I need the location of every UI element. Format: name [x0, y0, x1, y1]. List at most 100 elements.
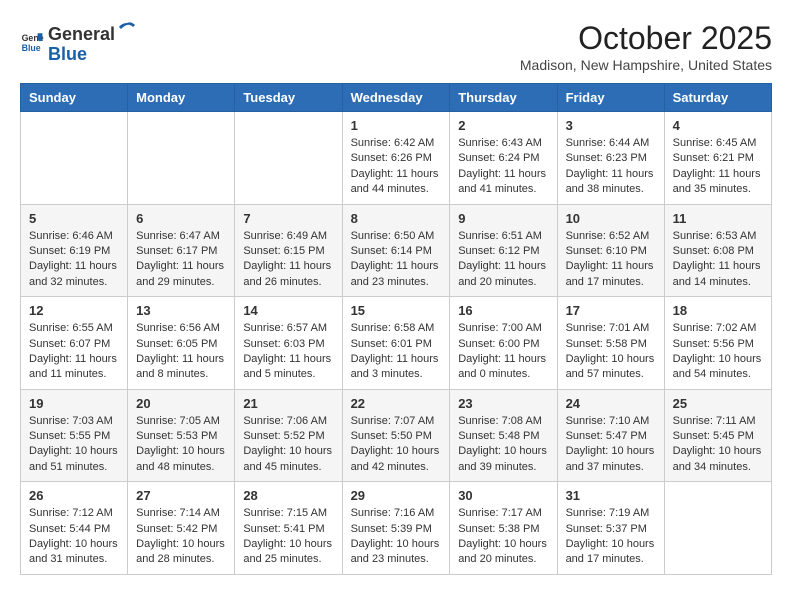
day-info: Sunrise: 7:08 AMSunset: 5:48 PMDaylight:…: [458, 414, 548, 476]
day-number: 19: [29, 396, 119, 411]
day-number: 25: [673, 396, 763, 411]
calendar-cell: 23Sunrise: 7:08 AMSunset: 5:48 PMDayligh…: [450, 389, 557, 482]
calendar-cell: 29Sunrise: 7:16 AMSunset: 5:39 PMDayligh…: [342, 482, 450, 575]
day-info: Sunrise: 6:56 AMSunset: 6:05 PMDaylight:…: [136, 321, 226, 383]
day-info: Sunrise: 6:51 AMSunset: 6:12 PMDaylight:…: [458, 229, 548, 291]
calendar-cell: 2Sunrise: 6:43 AMSunset: 6:24 PMDaylight…: [450, 112, 557, 205]
calendar-week-2: 12 Sunrise: 6:55 AMSunset: 6:07 PMDayligh…: [21, 297, 772, 390]
month-title: October 2025: [520, 20, 772, 57]
calendar-header-saturday: Saturday: [664, 84, 771, 112]
logo-wave-icon: [117, 20, 137, 40]
day-number: 29: [351, 488, 442, 503]
day-info: Sunrise: 6:50 AMSunset: 6:14 PMDaylight:…: [351, 229, 442, 291]
calendar-header-sunday: Sunday: [21, 84, 128, 112]
calendar-week-3: 19 Sunrise: 7:03 AMSunset: 5:55 PMDayligh…: [21, 389, 772, 482]
logo-general: General: [48, 25, 115, 45]
calendar-cell: 31 Sunrise: 7:19 AMSunset: 5:37 PMDayligh…: [557, 482, 664, 575]
day-number: 26: [29, 488, 119, 503]
calendar-cell: 28 Sunrise: 7:15 AMSunset: 5:41 PMDayligh…: [235, 482, 342, 575]
day-info: Sunrise: 6:58 AMSunset: 6:01 PMDaylight:…: [351, 321, 442, 383]
location-title: Madison, New Hampshire, United States: [520, 57, 772, 73]
logo-icon: General Blue: [20, 30, 44, 54]
calendar-cell: 20 Sunrise: 7:05 AMSunset: 5:53 PMDayligh…: [128, 389, 235, 482]
calendar-cell: 19 Sunrise: 7:03 AMSunset: 5:55 PMDayligh…: [21, 389, 128, 482]
calendar-cell: 7Sunrise: 6:49 AMSunset: 6:15 PMDaylight…: [235, 204, 342, 297]
calendar-cell: [128, 112, 235, 205]
day-number: 5: [29, 211, 119, 226]
calendar-cell: 3Sunrise: 6:44 AMSunset: 6:23 PMDaylight…: [557, 112, 664, 205]
day-info: Sunrise: 6:45 AMSunset: 6:21 PMDaylight:…: [673, 136, 763, 198]
calendar-body: 1 Sunrise: 6:42 AMSunset: 6:26 PMDaylight…: [21, 112, 772, 575]
calendar-cell: 14Sunrise: 6:57 AMSunset: 6:03 PMDayligh…: [235, 297, 342, 390]
day-number: 20: [136, 396, 226, 411]
day-number: 6: [136, 211, 226, 226]
calendar-week-0: 1 Sunrise: 6:42 AMSunset: 6:26 PMDaylight…: [21, 112, 772, 205]
day-info: Sunrise: 7:02 AMSunset: 5:56 PMDaylight:…: [673, 321, 763, 383]
calendar-cell: 15 Sunrise: 6:58 AMSunset: 6:01 PMDayligh…: [342, 297, 450, 390]
day-info: Sunrise: 7:10 AMSunset: 5:47 PMDaylight:…: [566, 414, 656, 476]
day-number: 2: [458, 118, 548, 133]
day-info: Sunrise: 7:11 AMSunset: 5:45 PMDaylight:…: [673, 414, 763, 476]
calendar-header-thursday: Thursday: [450, 84, 557, 112]
calendar-cell: 25 Sunrise: 7:11 AMSunset: 5:45 PMDayligh…: [664, 389, 771, 482]
day-number: 27: [136, 488, 226, 503]
calendar-cell: 10Sunrise: 6:52 AMSunset: 6:10 PMDayligh…: [557, 204, 664, 297]
calendar-cell: 26 Sunrise: 7:12 AMSunset: 5:44 PMDayligh…: [21, 482, 128, 575]
day-info: Sunrise: 7:01 AMSunset: 5:58 PMDaylight:…: [566, 321, 656, 383]
day-number: 16: [458, 303, 548, 318]
calendar-header-monday: Monday: [128, 84, 235, 112]
day-number: 9: [458, 211, 548, 226]
calendar-header-friday: Friday: [557, 84, 664, 112]
calendar-cell: 16 Sunrise: 7:00 AMSunset: 6:00 PMDayligh…: [450, 297, 557, 390]
title-area: October 2025 Madison, New Hampshire, Uni…: [520, 20, 772, 73]
calendar-cell: 8 Sunrise: 6:50 AMSunset: 6:14 PMDaylight…: [342, 204, 450, 297]
day-info: Sunrise: 6:49 AMSunset: 6:15 PMDaylight:…: [243, 229, 333, 291]
day-info: Sunrise: 7:19 AMSunset: 5:37 PMDaylight:…: [566, 506, 656, 568]
calendar-cell: [235, 112, 342, 205]
logo: General Blue General Blue: [20, 20, 137, 65]
calendar-cell: 30 Sunrise: 7:17 AMSunset: 5:38 PMDayligh…: [450, 482, 557, 575]
day-info: Sunrise: 6:46 AMSunset: 6:19 PMDaylight:…: [29, 229, 119, 291]
day-info: Sunrise: 7:17 AMSunset: 5:38 PMDaylight:…: [458, 506, 548, 568]
day-info: Sunrise: 7:15 AMSunset: 5:41 PMDaylight:…: [243, 506, 333, 568]
header: General Blue General Blue October 2025 M…: [20, 20, 772, 73]
day-info: Sunrise: 6:55 AMSunset: 6:07 PMDaylight:…: [29, 321, 119, 383]
day-number: 8: [351, 211, 442, 226]
calendar-week-4: 26 Sunrise: 7:12 AMSunset: 5:44 PMDayligh…: [21, 482, 772, 575]
calendar-cell: [664, 482, 771, 575]
day-info: Sunrise: 7:00 AMSunset: 6:00 PMDaylight:…: [458, 321, 548, 383]
day-number: 28: [243, 488, 333, 503]
calendar-week-1: 5 Sunrise: 6:46 AMSunset: 6:19 PMDaylight…: [21, 204, 772, 297]
day-number: 15: [351, 303, 442, 318]
day-number: 31: [566, 488, 656, 503]
day-number: 1: [351, 118, 442, 133]
day-info: Sunrise: 7:05 AMSunset: 5:53 PMDaylight:…: [136, 414, 226, 476]
day-info: Sunrise: 7:03 AMSunset: 5:55 PMDaylight:…: [29, 414, 119, 476]
calendar-cell: 12 Sunrise: 6:55 AMSunset: 6:07 PMDayligh…: [21, 297, 128, 390]
calendar-cell: 9 Sunrise: 6:51 AMSunset: 6:12 PMDaylight…: [450, 204, 557, 297]
calendar-cell: 17Sunrise: 7:01 AMSunset: 5:58 PMDayligh…: [557, 297, 664, 390]
calendar-cell: 21 Sunrise: 7:06 AMSunset: 5:52 PMDayligh…: [235, 389, 342, 482]
day-info: Sunrise: 6:47 AMSunset: 6:17 PMDaylight:…: [136, 229, 226, 291]
day-info: Sunrise: 6:42 AMSunset: 6:26 PMDaylight:…: [351, 136, 442, 198]
logo-blue: Blue: [48, 44, 87, 64]
day-info: Sunrise: 6:53 AMSunset: 6:08 PMDaylight:…: [673, 229, 763, 291]
day-number: 13: [136, 303, 226, 318]
day-number: 22: [351, 396, 442, 411]
day-info: Sunrise: 7:06 AMSunset: 5:52 PMDaylight:…: [243, 414, 333, 476]
calendar-cell: 6 Sunrise: 6:47 AMSunset: 6:17 PMDaylight…: [128, 204, 235, 297]
calendar-header-tuesday: Tuesday: [235, 84, 342, 112]
day-info: Sunrise: 7:14 AMSunset: 5:42 PMDaylight:…: [136, 506, 226, 568]
day-info: Sunrise: 6:57 AMSunset: 6:03 PMDaylight:…: [243, 321, 333, 383]
day-number: 30: [458, 488, 548, 503]
day-number: 12: [29, 303, 119, 318]
calendar-cell: 13 Sunrise: 6:56 AMSunset: 6:05 PMDayligh…: [128, 297, 235, 390]
calendar-cell: [21, 112, 128, 205]
day-number: 18: [673, 303, 763, 318]
day-number: 21: [243, 396, 333, 411]
calendar-cell: 22 Sunrise: 7:07 AMSunset: 5:50 PMDayligh…: [342, 389, 450, 482]
calendar-cell: 11Sunrise: 6:53 AMSunset: 6:08 PMDayligh…: [664, 204, 771, 297]
day-number: 3: [566, 118, 656, 133]
day-info: Sunrise: 7:12 AMSunset: 5:44 PMDaylight:…: [29, 506, 119, 568]
day-info: Sunrise: 7:07 AMSunset: 5:50 PMDaylight:…: [351, 414, 442, 476]
